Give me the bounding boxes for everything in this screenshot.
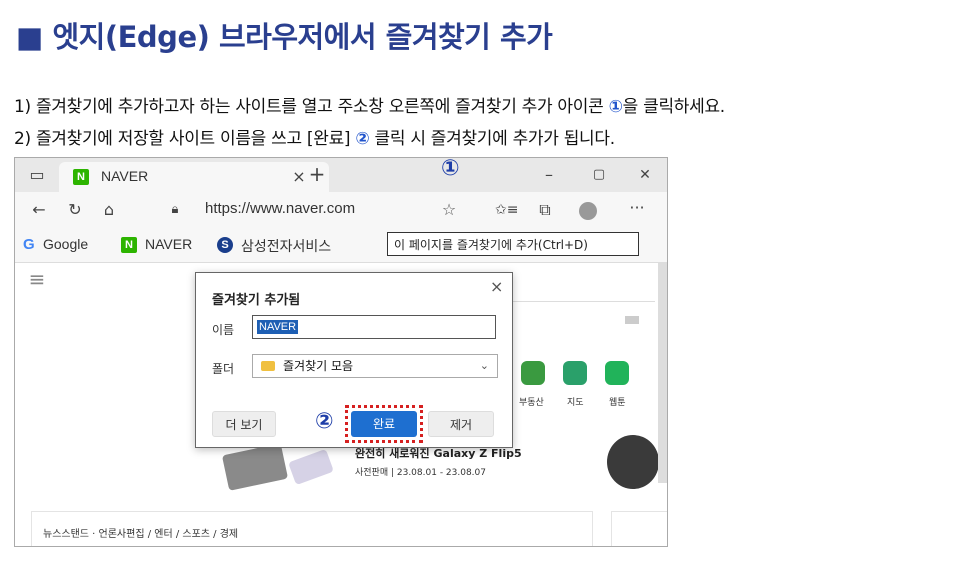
maximize-button[interactable]: ▢ (589, 165, 609, 185)
minimize-button[interactable]: – (539, 165, 559, 185)
folder-select[interactable]: 즐겨찾기 모음 ⌄ (252, 354, 498, 378)
tab-bar: ▭ N NAVER × + ① – ▢ ✕ (15, 158, 667, 192)
scrollbar[interactable] (658, 263, 667, 483)
step-1-text: 1) 즐겨찾기에 추가하고자 하는 사이트를 열고 주소창 오른쪽에 즐겨찾기 … (14, 97, 609, 117)
tab-actions-icon[interactable]: ▭ (27, 165, 47, 185)
close-window-button[interactable]: ✕ (635, 165, 655, 185)
marker-2: ② (315, 409, 334, 434)
promo-subtitle: 사전판매 | 23.08.01 - 23.08.07 (355, 468, 486, 478)
fav-samsung[interactable]: 삼성전자서비스 (241, 236, 331, 256)
lock-icon[interactable]: 🔒︎ (165, 200, 185, 220)
folder-icon (261, 361, 275, 371)
real-estate-icon[interactable] (521, 361, 545, 385)
tab-close-icon[interactable]: × (289, 167, 309, 187)
more-button[interactable]: 더 보기 (212, 411, 276, 437)
fav-google[interactable]: Google (43, 236, 88, 252)
folder-label: 폴더 (212, 362, 235, 376)
more-menu-icon[interactable]: ··· (625, 198, 649, 218)
side-box (611, 511, 667, 546)
step-2-marker: ② (355, 129, 370, 149)
divider (505, 301, 655, 302)
service-webtoon[interactable]: 웹툰 (609, 395, 626, 408)
promo-phone-image (221, 443, 289, 491)
dialog-title: 즐겨찾기 추가됨 (212, 293, 301, 308)
fav-naver[interactable]: NAVER (145, 236, 192, 252)
chevron-down-icon: ⌄ (479, 359, 489, 372)
home-icon[interactable]: ⌂ (99, 200, 119, 220)
refresh-icon[interactable]: ↻ (65, 200, 85, 220)
step-1-text-end: 을 클릭하세요. (622, 97, 726, 117)
marker-1: ① (441, 157, 460, 181)
page-title: ■ 엣지(Edge) 브라우저에서 즐겨찾기 추가 (16, 20, 553, 54)
back-icon[interactable]: ← (29, 200, 49, 220)
promo-person-image (607, 435, 659, 489)
favorite-added-dialog: 즐겨찾기 추가됨 × 이름 NAVER 폴더 즐겨찾기 모음 ⌄ 더 보기 ② … (195, 272, 513, 448)
map-icon[interactable] (563, 361, 587, 385)
remove-button[interactable]: 제거 (428, 411, 494, 437)
tab-naver[interactable]: N NAVER × (59, 162, 329, 192)
naver-fav-icon: N (121, 237, 137, 253)
tab-title: NAVER (101, 168, 149, 184)
name-label: 이름 (212, 323, 235, 337)
step-2-text: 2) 즐겨찾기에 저장할 사이트 이름을 쓰고 [완료] (14, 129, 356, 149)
keyboard-icon[interactable] (625, 316, 639, 324)
new-tab-button[interactable]: + (307, 164, 327, 184)
profile-avatar[interactable] (579, 202, 597, 220)
name-input[interactable]: NAVER (252, 315, 496, 339)
add-favorite-star-icon[interactable]: ☆ (439, 200, 459, 220)
done-button-highlight (345, 405, 423, 443)
naver-favicon-icon: N (73, 169, 89, 185)
add-favorite-tooltip: 이 페이지를 즐겨찾기에 추가(Ctrl+D) (387, 232, 639, 256)
favorites-icon[interactable]: ✩≡ (495, 200, 518, 220)
google-icon: G (23, 236, 35, 253)
step-1-marker: ① (608, 97, 623, 117)
samsung-service-icon: S (217, 237, 233, 253)
promo-phone-image-2 (288, 448, 334, 486)
step-2-text-end: 클릭 시 즐겨찾기에 추가가 됩니다. (369, 129, 616, 149)
url-field[interactable]: https://www.naver.com (205, 200, 355, 217)
browser-screenshot: ▭ N NAVER × + ① – ▢ ✕ ← ↻ ⌂ 🔒︎ https://w… (14, 157, 668, 547)
hamburger-menu-icon[interactable]: ≡ (25, 269, 49, 289)
name-value: NAVER (257, 320, 299, 334)
news-stand-label[interactable]: 뉴스스탠드 · 언론사편집 / 엔터 / 스포츠 / 경제 (43, 525, 238, 540)
collections-icon[interactable]: ⧉ (535, 200, 555, 220)
webtoon-icon[interactable] (605, 361, 629, 385)
folder-value: 즐겨찾기 모음 (283, 359, 354, 373)
service-map[interactable]: 지도 (567, 395, 584, 408)
step-1: 1) 즐겨찾기에 추가하고자 하는 사이트를 열고 주소창 오른쪽에 즐겨찾기 … (14, 92, 725, 117)
address-bar-row: ← ↻ ⌂ 🔒︎ https://www.naver.com ☆ ✩≡ ⧉ ··… (15, 192, 667, 259)
service-real-estate[interactable]: 부동산 (519, 395, 544, 408)
step-2: 2) 즐겨찾기에 저장할 사이트 이름을 쓰고 [완료] ② 클릭 시 즐겨찾기… (14, 124, 615, 149)
dialog-close-icon[interactable]: × (490, 277, 503, 296)
